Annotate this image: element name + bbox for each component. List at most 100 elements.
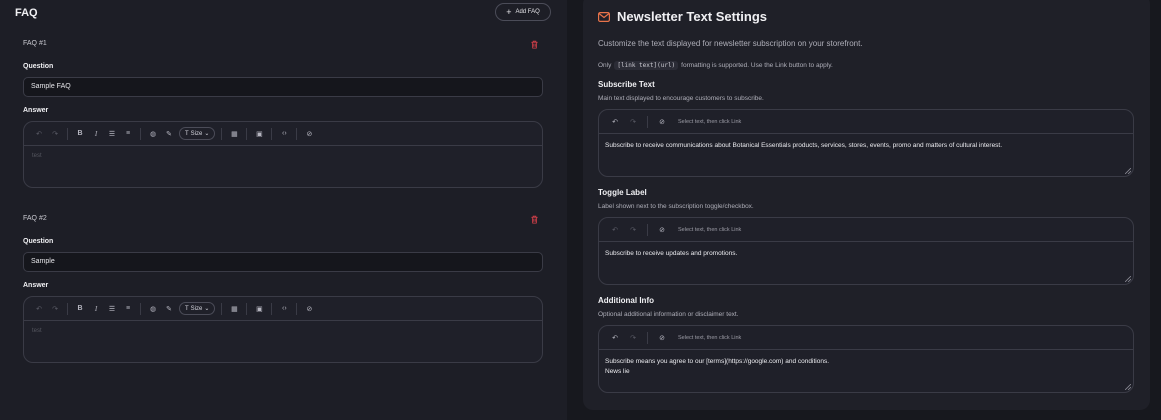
- newsletter-title: Newsletter Text Settings: [598, 9, 767, 24]
- link-hint: Select text, then click Link: [678, 226, 742, 233]
- text-size-icon: T: [185, 305, 189, 312]
- content-line: Subscribe to receive updates and promoti…: [605, 250, 738, 257]
- redo-icon[interactable]: ↷: [47, 301, 63, 317]
- italic-icon[interactable]: I: [88, 126, 104, 142]
- additional-info-sub: Optional additional information or discl…: [598, 311, 739, 318]
- faq-title: FAQ: [15, 7, 38, 19]
- font-size-select[interactable]: T Size ⌄: [179, 127, 216, 140]
- resize-handle-icon[interactable]: [1125, 384, 1131, 390]
- toolbar-divider: [271, 127, 273, 140]
- undo-icon[interactable]: ↶: [607, 114, 623, 130]
- question-input[interactable]: Sample FAQ: [23, 77, 543, 97]
- subscribe-text-label: Subscribe Text: [598, 80, 655, 89]
- toolbar-divider: [647, 115, 648, 128]
- toolbar-divider: [221, 302, 223, 315]
- answer-label: Answer: [23, 282, 49, 289]
- toolbar-divider: [67, 302, 68, 315]
- question-label: Question: [23, 63, 54, 70]
- redo-icon[interactable]: ↷: [47, 126, 63, 142]
- note-suffix: formatting is supported. Use the Link bu…: [681, 62, 833, 69]
- answer-content[interactable]: test: [24, 146, 542, 166]
- editor-toolbar: ↶ ↷ ⊘ Select text, then click Link: [599, 326, 1133, 350]
- resize-handle-icon[interactable]: [1125, 168, 1131, 174]
- editor-toolbar: ↶ ↷ B I ☰ ≡ ◍ ✎ T Size ⌄ ▦ ▣ ‹› ⊘: [24, 122, 542, 146]
- link-icon[interactable]: ⊘: [654, 222, 670, 238]
- editor-toolbar: ↶ ↷ ⊘ Select text, then click Link: [599, 218, 1133, 242]
- toggle-label-content[interactable]: Subscribe to receive updates and promoti…: [599, 242, 1133, 266]
- content-line: Subscribe means you agree to our [terms]…: [605, 358, 830, 365]
- bullet-list-icon[interactable]: ☰: [104, 301, 120, 317]
- question-label: Question: [23, 238, 54, 245]
- toolbar-divider: [647, 223, 648, 236]
- toolbar-divider: [67, 127, 68, 140]
- bold-icon[interactable]: B: [72, 126, 88, 142]
- italic-icon[interactable]: I: [88, 301, 104, 317]
- panel-divider: [567, 0, 583, 420]
- mail-icon: [598, 11, 610, 22]
- toolbar-divider: [246, 127, 248, 140]
- ordered-list-icon[interactable]: ≡: [120, 126, 136, 142]
- note-prefix: Only: [598, 62, 612, 69]
- toolbar-divider: [140, 127, 141, 140]
- highlight-icon[interactable]: ✎: [161, 126, 177, 142]
- undo-icon[interactable]: ↶: [31, 126, 47, 142]
- link-icon[interactable]: ⊘: [301, 301, 317, 317]
- faq-number: FAQ #2: [23, 215, 47, 222]
- redo-icon[interactable]: ↷: [625, 330, 641, 346]
- undo-icon[interactable]: ↶: [607, 330, 623, 346]
- toggle-label-sub: Label shown next to the subscription tog…: [598, 203, 754, 210]
- toolbar-divider: [647, 331, 648, 344]
- font-size-select[interactable]: T Size ⌄: [179, 302, 216, 315]
- code-icon[interactable]: ‹›: [276, 301, 292, 317]
- resize-handle-icon[interactable]: [1125, 276, 1131, 282]
- trash-icon[interactable]: [530, 40, 539, 49]
- subscribe-text-sub: Main text displayed to encourage custome…: [598, 95, 764, 102]
- toggle-label-editor[interactable]: ↶ ↷ ⊘ Select text, then click Link Subsc…: [598, 217, 1134, 285]
- answer-editor[interactable]: ↶ ↷ B I ☰ ≡ ◍ ✎ T Size ⌄ ▦ ▣ ‹› ⊘ test: [23, 121, 543, 188]
- answer-content[interactable]: test: [24, 321, 542, 341]
- answer-label: Answer: [23, 107, 49, 114]
- add-faq-label: Add FAQ: [515, 9, 540, 15]
- toolbar-divider: [296, 127, 298, 140]
- content-line: News lie: [605, 368, 630, 375]
- toolbar-divider: [271, 302, 273, 315]
- newsletter-description: Customize the text displayed for newslet…: [598, 39, 863, 48]
- additional-info-label: Additional Info: [598, 296, 654, 305]
- faq-number: FAQ #1: [23, 40, 47, 47]
- chevron-down-icon: ⌄: [204, 131, 210, 137]
- link-icon[interactable]: ⊘: [654, 330, 670, 346]
- image-icon[interactable]: ▣: [251, 301, 267, 317]
- redo-icon[interactable]: ↷: [625, 114, 641, 130]
- table-icon[interactable]: ▦: [226, 301, 242, 317]
- palette-icon[interactable]: ◍: [145, 301, 161, 317]
- undo-icon[interactable]: ↶: [31, 301, 47, 317]
- bullet-list-icon[interactable]: ☰: [104, 126, 120, 142]
- plus-icon: +: [506, 6, 512, 17]
- question-input[interactable]: Sample: [23, 252, 543, 272]
- toolbar-divider: [296, 302, 298, 315]
- additional-info-content[interactable]: Subscribe means you agree to our [terms]…: [599, 350, 1133, 384]
- code-icon[interactable]: ‹›: [276, 126, 292, 142]
- subscribe-text-content[interactable]: Subscribe to receive communications abou…: [599, 134, 1133, 158]
- undo-icon[interactable]: ↶: [607, 222, 623, 238]
- link-hint: Select text, then click Link: [678, 334, 742, 341]
- palette-icon[interactable]: ◍: [145, 126, 161, 142]
- add-faq-button[interactable]: + Add FAQ: [495, 3, 551, 21]
- toolbar-divider: [246, 302, 248, 315]
- answer-editor[interactable]: ↶ ↷ B I ☰ ≡ ◍ ✎ T Size ⌄ ▦ ▣ ‹› ⊘ test: [23, 296, 543, 363]
- link-icon[interactable]: ⊘: [654, 114, 670, 130]
- table-icon[interactable]: ▦: [226, 126, 242, 142]
- editor-toolbar: ↶ ↷ B I ☰ ≡ ◍ ✎ T Size ⌄ ▦ ▣ ‹› ⊘: [24, 297, 542, 321]
- chevron-down-icon: ⌄: [204, 306, 210, 312]
- note-code: [link text](url): [614, 61, 679, 70]
- additional-info-editor[interactable]: ↶ ↷ ⊘ Select text, then click Link Subsc…: [598, 325, 1134, 393]
- subscribe-text-editor[interactable]: ↶ ↷ ⊘ Select text, then click Link Subsc…: [598, 109, 1134, 177]
- link-icon[interactable]: ⊘: [301, 126, 317, 142]
- image-icon[interactable]: ▣: [251, 126, 267, 142]
- redo-icon[interactable]: ↷: [625, 222, 641, 238]
- highlight-icon[interactable]: ✎: [161, 301, 177, 317]
- bold-icon[interactable]: B: [72, 301, 88, 317]
- ordered-list-icon[interactable]: ≡: [120, 301, 136, 317]
- font-size-label: Size: [190, 305, 203, 312]
- trash-icon[interactable]: [530, 215, 539, 224]
